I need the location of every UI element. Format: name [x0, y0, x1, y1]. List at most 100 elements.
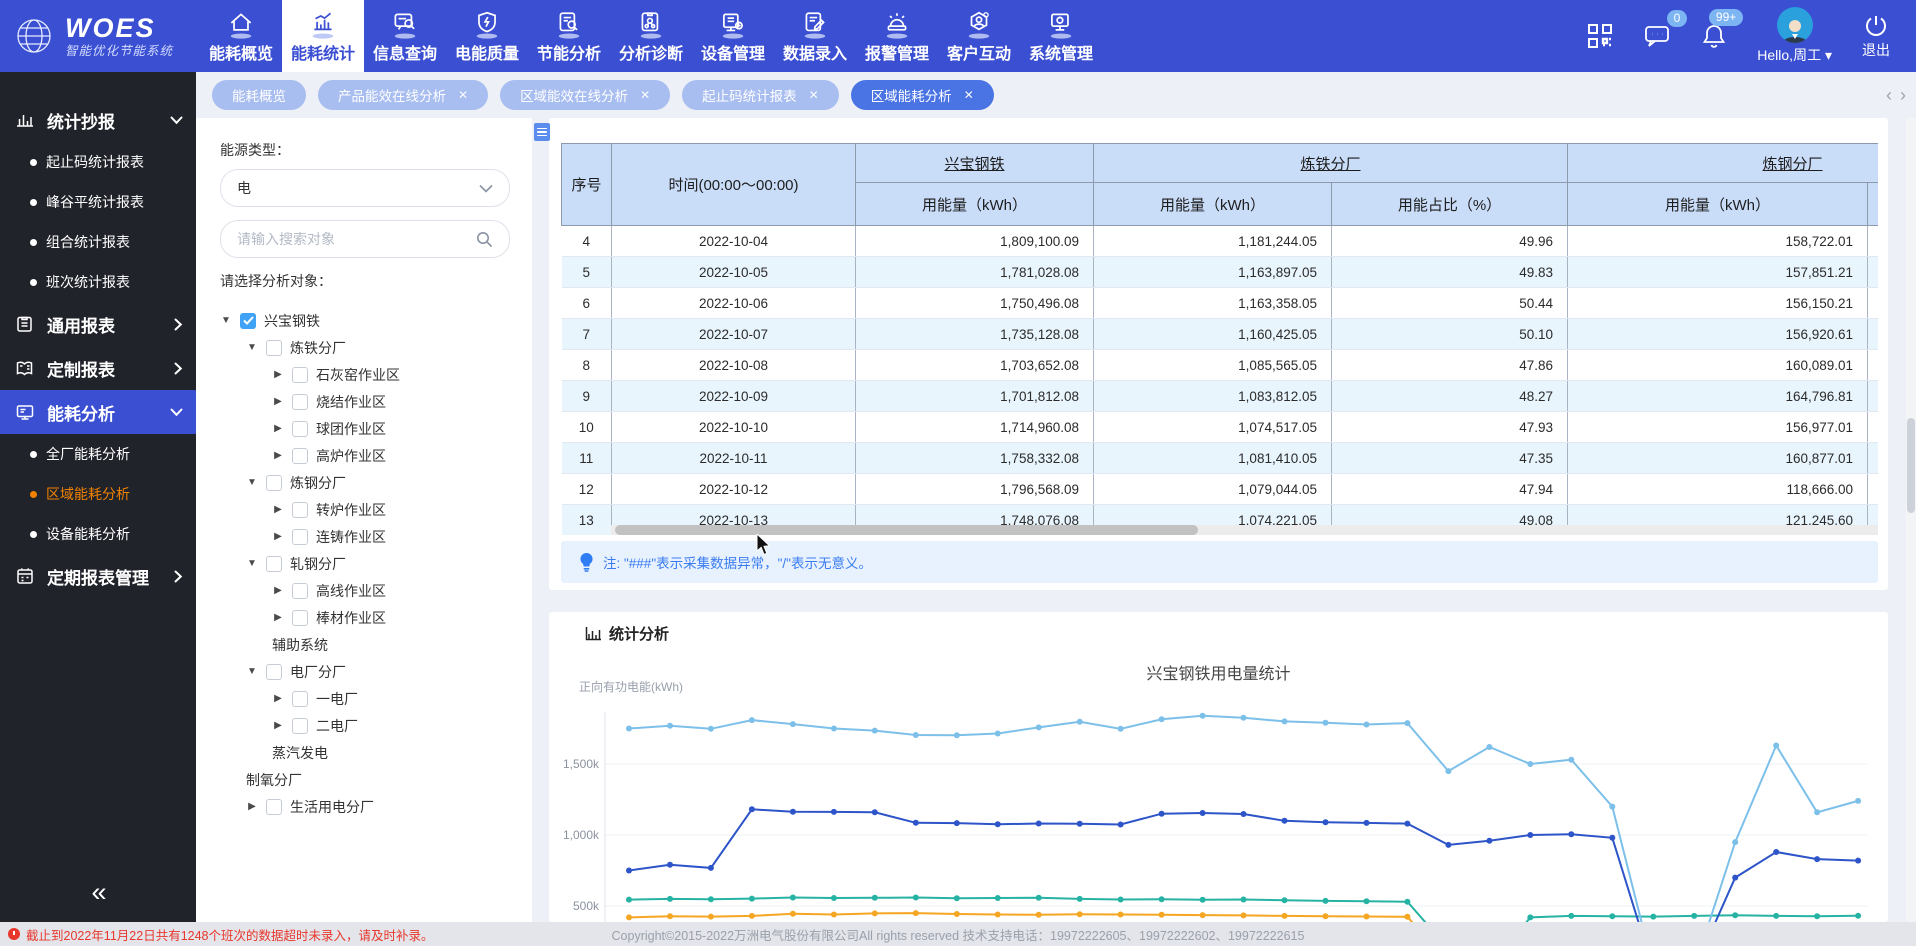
message-icon[interactable]: 0 — [1643, 23, 1671, 49]
tree-expand-icon[interactable]: ▼ — [246, 477, 258, 488]
tree-node-高线作业区[interactable]: ▶高线作业区 — [220, 577, 510, 604]
tree-checkbox[interactable] — [292, 610, 308, 626]
table-horizontal-scrollbar[interactable] — [611, 525, 1878, 535]
nav-item-2[interactable]: 能耗统计 — [282, 0, 364, 72]
tree-checkbox[interactable] — [292, 421, 308, 437]
col-group-xingbao[interactable]: 兴宝钢铁 — [856, 144, 1094, 183]
tree-checkbox[interactable] — [266, 340, 282, 356]
tree-node-兴宝钢铁[interactable]: ▼兴宝钢铁 — [220, 307, 510, 334]
sidebar-item-区域能耗分析[interactable]: 区域能耗分析 — [0, 474, 196, 514]
tree-collapse-icon[interactable]: ▶ — [272, 531, 284, 542]
sidebar-item-起止码统计报表[interactable]: 起止码统计报表 — [0, 142, 196, 182]
tree-node-烧结作业区[interactable]: ▶烧结作业区 — [220, 388, 510, 415]
tree-checkbox[interactable] — [292, 691, 308, 707]
tree-node-高炉作业区[interactable]: ▶高炉作业区 — [220, 442, 510, 469]
tab-4[interactable]: 起止码统计报表✕ — [682, 80, 839, 110]
tree-node-球团作业区[interactable]: ▶球团作业区 — [220, 415, 510, 442]
tree-node-炼钢分厂[interactable]: ▼炼钢分厂 — [220, 469, 510, 496]
tree-collapse-icon[interactable]: ▶ — [272, 612, 284, 623]
tab-prev-arrow[interactable]: ‹ — [1886, 86, 1892, 104]
tab-close-icon[interactable]: ✕ — [640, 88, 650, 102]
tab-close-icon[interactable]: ✕ — [458, 88, 468, 102]
h-scroll-thumb[interactable] — [615, 525, 1198, 535]
sidebar-group-1[interactable]: 统计抄报 — [0, 98, 196, 142]
collapse-panel-icon[interactable] — [534, 123, 550, 141]
tab-next-arrow[interactable]: › — [1900, 86, 1906, 104]
nav-item-8[interactable]: 数据录入 — [774, 0, 856, 72]
tree-node-炼铁分厂[interactable]: ▼炼铁分厂 — [220, 334, 510, 361]
sidebar-group-4[interactable]: 能耗分析 — [0, 390, 196, 434]
tree-expand-icon[interactable]: ▼ — [246, 342, 258, 353]
tree-checkbox[interactable] — [266, 556, 282, 572]
v-scroll-thumb[interactable] — [1907, 418, 1915, 513]
tab-close-icon[interactable]: ✕ — [809, 88, 819, 102]
sidebar-item-班次统计报表[interactable]: 班次统计报表 — [0, 262, 196, 302]
tree-collapse-icon[interactable]: ▶ — [272, 585, 284, 596]
tree-node-蒸汽发电[interactable]: 蒸汽发电 — [220, 739, 510, 766]
tab-5[interactable]: 区域能耗分析✕ — [851, 80, 994, 110]
tree-checkbox[interactable] — [292, 529, 308, 545]
tree-node-制氧分厂[interactable]: 制氧分厂 — [220, 766, 510, 793]
tree-checkbox[interactable] — [266, 799, 282, 815]
tree-collapse-icon[interactable]: ▶ — [272, 504, 284, 515]
col-group-liangang[interactable]: 炼钢分厂 — [1568, 144, 1878, 183]
tab-1[interactable]: 能耗概览 — [212, 80, 306, 110]
tree-checkbox[interactable] — [266, 664, 282, 680]
page-vertical-scrollbar[interactable] — [1906, 118, 1916, 922]
nav-item-4[interactable]: 电能质量 — [446, 0, 528, 72]
col-group-liantie[interactable]: 炼铁分厂 — [1094, 144, 1568, 183]
tree-checkbox[interactable] — [292, 583, 308, 599]
tree-collapse-icon[interactable]: ▶ — [272, 369, 284, 380]
nav-item-9[interactable]: 报警管理 — [856, 0, 938, 72]
tree-node-石灰窑作业区[interactable]: ▶石灰窑作业区 — [220, 361, 510, 388]
sidebar-item-设备能耗分析[interactable]: 设备能耗分析 — [0, 514, 196, 554]
tree-node-二电厂[interactable]: ▶二电厂 — [220, 712, 510, 739]
qr-code-icon[interactable] — [1587, 23, 1613, 49]
tab-2[interactable]: 产品能效在线分析✕ — [318, 80, 488, 110]
tree-node-生活用电分厂[interactable]: ▶生活用电分厂 — [220, 793, 510, 820]
tree-expand-icon[interactable]: ▼ — [220, 315, 232, 326]
line-chart[interactable]: 500k1,000k1,500k — [549, 612, 1888, 922]
nav-item-3[interactable]: 信息查询 — [364, 0, 446, 72]
tree-collapse-icon[interactable]: ▶ — [272, 450, 284, 461]
sidebar-group-3[interactable]: 定制报表 — [0, 346, 196, 390]
bell-icon[interactable]: 99+ — [1701, 22, 1727, 50]
tree-checkbox[interactable] — [292, 718, 308, 734]
tree-checkbox[interactable] — [292, 367, 308, 383]
tab-close-icon[interactable]: ✕ — [964, 88, 974, 102]
tree-collapse-icon[interactable]: ▶ — [272, 396, 284, 407]
tree-node-轧钢分厂[interactable]: ▼轧钢分厂 — [220, 550, 510, 577]
sidebar-item-全厂能耗分析[interactable]: 全厂能耗分析 — [0, 434, 196, 474]
tree-expand-icon[interactable]: ▼ — [246, 558, 258, 569]
sidebar-collapse-button[interactable]: « — [0, 877, 196, 908]
user-menu[interactable]: Hello,周工 ▾ — [1757, 7, 1832, 65]
nav-item-1[interactable]: 能耗概览 — [200, 0, 282, 72]
tree-node-一电厂[interactable]: ▶一电厂 — [220, 685, 510, 712]
tree-checkbox[interactable] — [240, 313, 256, 329]
energy-type-select[interactable]: 电 — [220, 169, 510, 207]
nav-item-5[interactable]: 节能分析 — [528, 0, 610, 72]
nav-item-11[interactable]: 系统管理 — [1020, 0, 1102, 72]
nav-item-7[interactable]: 设备管理 — [692, 0, 774, 72]
tree-node-电厂分厂[interactable]: ▼电厂分厂 — [220, 658, 510, 685]
nav-item-10[interactable]: 客户互动 — [938, 0, 1020, 72]
tree-checkbox[interactable] — [292, 394, 308, 410]
tree-collapse-icon[interactable]: ▶ — [272, 423, 284, 434]
tree-node-棒材作业区[interactable]: ▶棒材作业区 — [220, 604, 510, 631]
tree-collapse-icon[interactable]: ▶ — [246, 801, 258, 812]
tab-3[interactable]: 区域能效在线分析✕ — [500, 80, 670, 110]
tree-checkbox[interactable] — [266, 475, 282, 491]
tree-node-辅助系统[interactable]: 辅助系统 — [220, 631, 510, 658]
tree-collapse-icon[interactable]: ▶ — [272, 693, 284, 704]
sidebar-group-5[interactable]: 定期报表管理 — [0, 554, 196, 598]
sidebar-item-峰谷平统计报表[interactable]: 峰谷平统计报表 — [0, 182, 196, 222]
tree-expand-icon[interactable]: ▼ — [246, 666, 258, 677]
tree-node-转炉作业区[interactable]: ▶转炉作业区 — [220, 496, 510, 523]
tree-checkbox[interactable] — [292, 448, 308, 464]
sidebar-group-2[interactable]: 通用报表 — [0, 302, 196, 346]
tree-collapse-icon[interactable]: ▶ — [272, 720, 284, 731]
tree-node-连铸作业区[interactable]: ▶连铸作业区 — [220, 523, 510, 550]
nav-item-6[interactable]: 分析诊断 — [610, 0, 692, 72]
tree-checkbox[interactable] — [292, 502, 308, 518]
sidebar-item-组合统计报表[interactable]: 组合统计报表 — [0, 222, 196, 262]
